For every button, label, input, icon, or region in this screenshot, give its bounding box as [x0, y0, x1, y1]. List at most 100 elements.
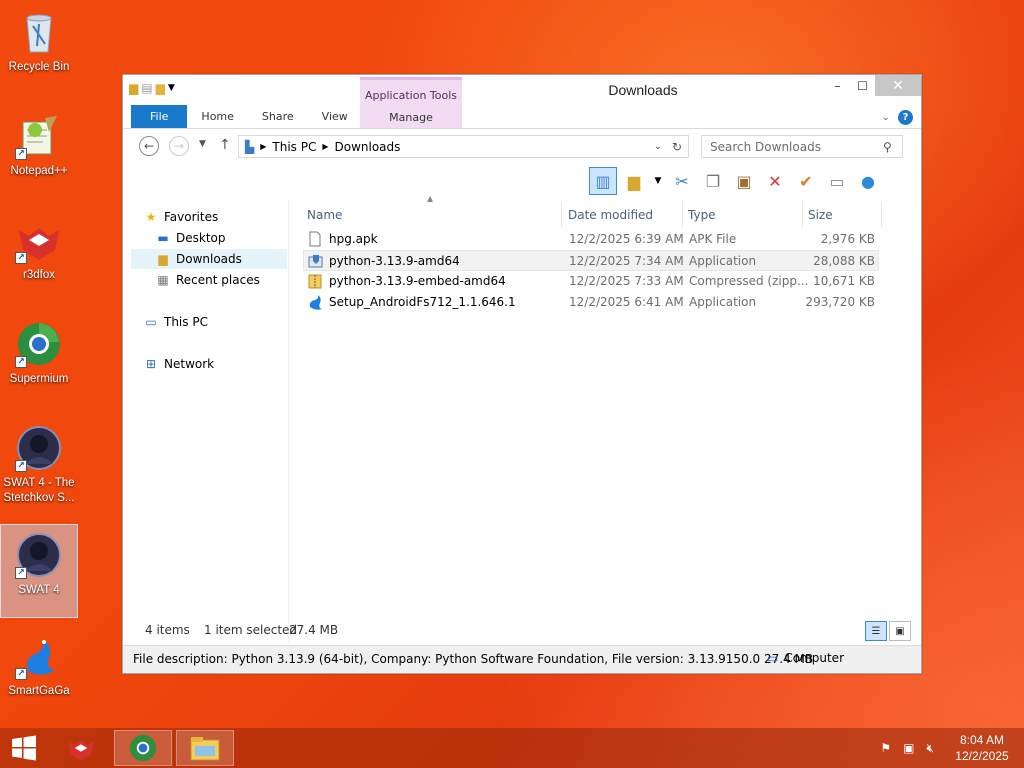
desktop-icon-smartgaga[interactable]: ↗ SmartGaGa	[0, 626, 78, 720]
nav-favorites[interactable]: ★ Favorites	[143, 207, 219, 227]
tab-file[interactable]: File	[131, 105, 188, 128]
column-divider[interactable]	[682, 201, 683, 227]
preview-pane-icon: ▥	[595, 171, 611, 191]
column-divider[interactable]	[881, 201, 882, 227]
nav-recent-places[interactable]: ▦ Recent places	[155, 270, 260, 290]
expand-ribbon-icon[interactable]: ⌄	[882, 112, 890, 123]
dropdown-button[interactable]: ▼	[651, 167, 665, 195]
desktop-icon-label: SWAT 4	[18, 584, 60, 596]
column-header-name[interactable]: Name	[307, 205, 342, 225]
refresh-icon[interactable]: ↻	[672, 140, 682, 154]
column-header-type[interactable]: Type	[688, 205, 716, 225]
file-date: 12/2/2025 7:33 AM	[569, 274, 684, 288]
chevron-down-icon[interactable]: ▼	[168, 83, 175, 93]
show-desktop-button[interactable]	[1018, 728, 1024, 768]
column-divider[interactable]	[802, 201, 803, 227]
desktop-icon-supermium[interactable]: ↗ Supermium	[0, 314, 78, 408]
maximize-button[interactable]: ☐	[850, 75, 875, 96]
copy-icon: ❐	[705, 171, 721, 191]
supermium-icon: ↗	[15, 320, 63, 368]
file-row-selected[interactable]: python-3.13.9-amd64 12/2/2025 7:34 AM Ap…	[303, 250, 879, 271]
computer-icon: ▭	[145, 315, 157, 329]
preview-pane-button[interactable]: ▥	[589, 167, 617, 195]
close-button[interactable]: ✕	[875, 75, 921, 96]
open-button[interactable]: ▆	[620, 167, 648, 195]
delete-icon: ✕	[768, 171, 782, 191]
desktop-icon-r3dfox[interactable]: ↗ r3dfox	[0, 210, 78, 304]
nav-desktop[interactable]: ▬ Desktop	[155, 228, 226, 248]
breadcrumb-separator-icon[interactable]: ▶	[322, 142, 328, 151]
column-divider[interactable]	[561, 201, 562, 227]
search-icon[interactable]: ⚲	[883, 140, 892, 154]
swat4-icon: ↗	[15, 424, 63, 472]
desktop-icon-label: SWAT 4 - The Stetchkov S...	[3, 477, 75, 504]
address-bar[interactable]: ▙ ▶ This PC ▶ Downloads ⌄ ↻	[238, 135, 689, 158]
nav-this-pc[interactable]: ▭ This PC	[143, 312, 208, 332]
file-name: python-3.13.9-embed-amd64	[329, 274, 506, 288]
smartgaga-icon: ↗	[15, 632, 63, 680]
explorer-window[interactable]: ▆ ▤ ▆ ▼ Downloads – ☐ ✕ Application Tool…	[122, 74, 922, 674]
breadcrumb-separator-icon[interactable]: ▶	[260, 142, 266, 151]
tab-home[interactable]: Home	[187, 105, 247, 128]
tab-view[interactable]: View	[308, 105, 362, 128]
volume-muted-icon[interactable]: 🔇︎	[926, 741, 934, 756]
shortcut-arrow-icon: ↗	[15, 460, 27, 472]
tab-manage[interactable]: Manage	[360, 105, 462, 129]
taskbar-r3dfox[interactable]	[52, 730, 110, 766]
installer-icon	[308, 253, 324, 269]
desktop-icon-notepad-plus-plus[interactable]: ↗ Notepad++	[0, 106, 78, 200]
downloads-folder-icon: ▙	[245, 139, 255, 154]
desktop-icon-swat4[interactable]: ↗ SWAT 4	[0, 524, 78, 618]
clock-time: 8:04 AM	[959, 733, 1005, 747]
column-header-date[interactable]: Date modified	[568, 205, 653, 225]
help-icon[interactable]: ?	[898, 110, 913, 125]
file-row[interactable]: hpg.apk 12/2/2025 6:39 AM APK File 2,976…	[303, 229, 879, 250]
cut-button[interactable]: ✂	[668, 167, 696, 195]
zone-indicator: ▭ Computer	[767, 651, 844, 665]
search-input[interactable]: Search Downloads	[701, 135, 903, 158]
file-type: Application	[689, 254, 757, 268]
file-row[interactable]: Setup_AndroidFs712_1.1.646.1 12/2/2025 6…	[303, 292, 879, 313]
recent-locations-icon[interactable]: ▼	[199, 139, 206, 149]
address-dropdown-icon[interactable]: ⌄	[654, 141, 662, 152]
desktop-icon-recycle-bin[interactable]: Recycle Bin	[0, 2, 78, 96]
paste-button[interactable]: ▣	[730, 167, 758, 195]
file-row[interactable]: python-3.13.9-embed-amd64 12/2/2025 7:33…	[303, 271, 879, 292]
nav-downloads[interactable]: ▆ Downloads	[131, 249, 287, 269]
file-date: 12/2/2025 7:34 AM	[569, 254, 684, 268]
network-icon[interactable]: ▣	[903, 741, 914, 755]
new-folder-icon[interactable]: ▆	[156, 81, 165, 95]
title-bar[interactable]: ▆ ▤ ▆ ▼ Downloads – ☐ ✕	[123, 75, 921, 105]
minimize-button[interactable]: –	[825, 75, 850, 96]
clock[interactable]: 8:04 AM 12/2/2025	[946, 732, 1018, 764]
start-button[interactable]	[0, 730, 48, 766]
taskbar-file-explorer[interactable]	[176, 730, 234, 766]
up-arrow-icon[interactable]: ↑	[219, 137, 231, 153]
quick-access-toolbar: ▆ ▤ ▆ ▼	[129, 81, 175, 95]
item-count: 4 items	[145, 623, 190, 637]
back-button[interactable]: ←	[139, 136, 159, 156]
forward-button[interactable]: →	[169, 136, 189, 156]
select-button[interactable]: ✔	[792, 167, 820, 195]
taskbar-supermium[interactable]	[114, 730, 172, 766]
tab-share[interactable]: Share	[248, 105, 308, 128]
nav-label: This PC	[164, 315, 208, 329]
globe-button[interactable]: ●	[854, 167, 882, 195]
details-view-button[interactable]: ☰	[865, 621, 887, 641]
breadcrumb-downloads[interactable]: Downloads	[335, 140, 401, 154]
file-name: python-3.13.9-amd64	[329, 254, 460, 268]
desktop-icon-swat4-stetchkov[interactable]: ↗ SWAT 4 - The Stetchkov S...	[0, 418, 78, 512]
breadcrumb-this-pc[interactable]: This PC	[272, 140, 316, 154]
copy-button[interactable]: ❐	[699, 167, 727, 195]
delete-button[interactable]: ✕	[761, 167, 789, 195]
shortcut-arrow-icon: ↗	[15, 252, 27, 264]
properties-icon[interactable]: ▤	[141, 81, 152, 95]
large-icons-view-button[interactable]: ▣	[889, 621, 911, 641]
nav-label: Desktop	[176, 231, 226, 245]
rename-button[interactable]: ▭	[823, 167, 851, 195]
action-center-flag-icon[interactable]: ⚑	[880, 741, 891, 755]
column-header-size[interactable]: Size	[808, 205, 833, 225]
nav-network[interactable]: ⊞ Network	[143, 354, 214, 374]
r3dfox-icon	[68, 740, 94, 761]
folder-check-icon: ▆	[627, 171, 641, 191]
